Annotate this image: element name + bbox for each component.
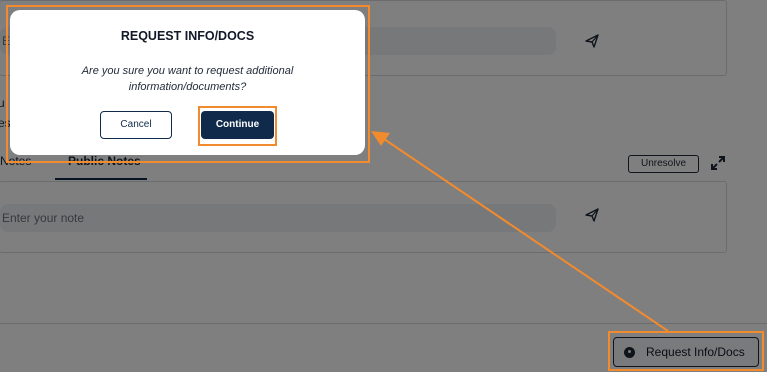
bottom-strip bbox=[0, 372, 767, 378]
highlight-dialog bbox=[6, 5, 370, 163]
highlight-continue bbox=[198, 106, 277, 146]
highlight-request-button bbox=[608, 331, 764, 371]
